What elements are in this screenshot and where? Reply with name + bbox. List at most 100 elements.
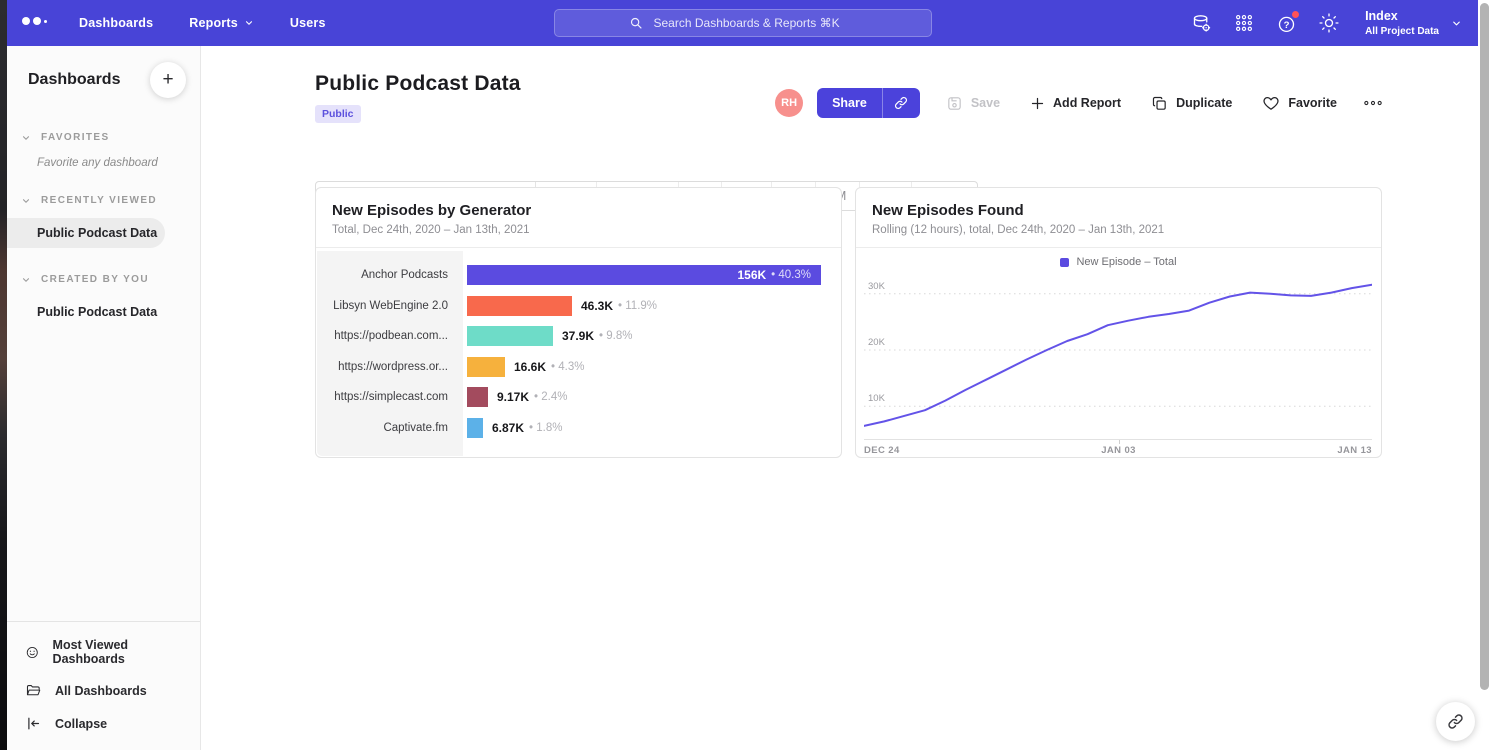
bar <box>467 418 483 438</box>
bar-chart-subtitle: Total, Dec 24th, 2020 – Jan 13th, 2021 <box>332 224 825 236</box>
apps-grid-icon[interactable] <box>1234 13 1254 33</box>
data-source-icon[interactable] <box>1191 13 1212 34</box>
bar-row: Captivate.fm 6.87K• 1.8% <box>317 413 840 443</box>
topbar-nav: Dashboards Reports Users <box>79 16 326 30</box>
sidebar-footer-most-viewed-dashboards[interactable]: Most Viewed Dashboards <box>7 630 200 674</box>
topbar-right: ? Index All Project Data <box>1191 8 1462 37</box>
line-chart-plot: 10K 20K 30K <box>864 274 1372 440</box>
bar-value: 46.3K• 11.9% <box>581 291 657 321</box>
bar-row: Libsyn WebEngine 2.0 46.3K• 11.9% <box>317 291 840 321</box>
plus-icon <box>1030 96 1045 111</box>
y-axis-label: 10K <box>868 393 888 404</box>
save-button[interactable]: Save <box>946 95 1000 112</box>
sidebar-footer-collapse[interactable]: Collapse <box>7 707 200 740</box>
line-chart-card: New Episodes Found Rolling (12 hours), t… <box>855 187 1382 458</box>
favorite-button[interactable]: Favorite <box>1262 94 1337 112</box>
sidebar-title: Dashboards <box>28 71 120 89</box>
share-link-floating-button[interactable] <box>1436 702 1475 741</box>
bar-value: 16.6K• 4.3% <box>514 352 584 382</box>
y-axis-label: 20K <box>868 337 888 348</box>
search-input[interactable] <box>652 15 857 31</box>
share-button[interactable]: Share <box>817 88 920 118</box>
chevron-down-icon <box>1451 18 1462 29</box>
smiley-icon <box>25 644 40 661</box>
bar-value: 6.87K• 1.8% <box>492 413 562 443</box>
line-chart-svg <box>864 274 1372 440</box>
chevron-down-icon <box>21 275 31 285</box>
search-icon <box>629 16 643 30</box>
bar-category-label: https://wordpress.or... <box>317 352 463 382</box>
x-axis-label: JAN 13 <box>1337 445 1372 456</box>
duplicate-button[interactable]: Duplicate <box>1151 95 1232 112</box>
search-bar[interactable] <box>554 9 932 37</box>
x-axis-labels: DEC 24 JAN 03 JAN 13 <box>864 445 1372 456</box>
sidebar-item[interactable]: Public Podcast Data <box>7 218 165 248</box>
bar-category-label: Libsyn WebEngine 2.0 <box>317 291 463 321</box>
scrollbar-thumb[interactable] <box>1480 3 1489 690</box>
project-subtitle: All Project Data <box>1365 25 1439 38</box>
main-content: Public Podcast Data Public RH Share Save <box>315 46 1383 750</box>
bar-row: https://wordpress.or... 16.6K• 4.3% <box>317 352 840 382</box>
sidebar: Dashboards + FAVORITESFavorite any dashb… <box>7 46 201 750</box>
sidebar-empty-text: Favorite any dashboard <box>7 151 200 187</box>
bar-row: https://simplecast.com 9.17K• 2.4% <box>317 382 840 412</box>
bar <box>467 387 488 407</box>
legend-swatch <box>1060 258 1069 267</box>
bar-chart-title: New Episodes by Generator <box>332 202 825 219</box>
chart-legend: New Episode – Total <box>856 256 1381 268</box>
sidebar-section-header[interactable]: FAVORITES <box>7 124 200 151</box>
bar-value: 9.17K• 2.4% <box>497 382 567 412</box>
sidebar-item[interactable]: Public Podcast Data <box>7 297 200 327</box>
bar-category-label: https://simplecast.com <box>317 382 463 412</box>
settings-gear-icon[interactable] <box>1319 13 1339 33</box>
bar-chart-card: New Episodes by Generator Total, Dec 24t… <box>315 187 842 458</box>
add-report-button[interactable]: Add Report <box>1030 96 1121 111</box>
bar-category-label: https://podbean.com... <box>317 321 463 351</box>
screen-edge-strip <box>0 0 7 750</box>
notification-badge <box>1292 11 1299 18</box>
add-dashboard-button[interactable]: + <box>150 62 186 98</box>
chevron-down-icon <box>21 133 31 143</box>
collapse-left-icon <box>25 715 42 732</box>
line-chart-title: New Episodes Found <box>872 202 1365 219</box>
bar-chart: Anchor Podcasts 156K• 40.3% Libsyn WebEngi… <box>317 251 840 456</box>
bar-row: https://podbean.com... 37.9K• 9.8% <box>317 321 840 351</box>
sidebar-section-header[interactable]: RECENTLY VIEWED <box>7 187 200 214</box>
topbar: Dashboards Reports Users <box>7 0 1478 46</box>
x-axis-tick <box>1119 440 1120 444</box>
app-logo-icon[interactable] <box>22 17 47 29</box>
nav-item-dashboards[interactable]: Dashboards <box>79 16 153 30</box>
share-link-icon[interactable] <box>883 88 920 118</box>
y-axis-label: 30K <box>868 281 888 292</box>
save-icon <box>946 95 963 112</box>
project-name: Index <box>1365 8 1439 24</box>
x-axis-label: DEC 24 <box>864 445 900 456</box>
chevron-down-icon <box>21 196 31 206</box>
help-icon[interactable]: ? <box>1276 13 1297 34</box>
nav-item-reports[interactable]: Reports <box>189 16 254 30</box>
legend-label: New Episode – Total <box>1076 256 1176 268</box>
bar-value: 156K• 40.3% <box>737 265 811 285</box>
chevron-down-icon <box>244 18 254 28</box>
line-chart-subtitle: Rolling (12 hours), total, Dec 24th, 202… <box>872 224 1365 236</box>
sidebar-section-header[interactable]: CREATED BY YOU <box>7 266 200 293</box>
action-bar: RH Share Save Add Report <box>775 88 1383 118</box>
bar-value: 37.9K• 9.8% <box>562 321 632 351</box>
svg-text:?: ? <box>1284 19 1290 30</box>
nav-item-users[interactable]: Users <box>290 16 326 30</box>
project-switcher[interactable]: Index All Project Data <box>1365 8 1462 37</box>
folder-icon <box>25 682 42 699</box>
bar-row: Anchor Podcasts 156K• 40.3% <box>317 260 840 290</box>
bar-category-label: Captivate.fm <box>317 413 463 443</box>
bar <box>467 326 553 346</box>
bar-category-label: Anchor Podcasts <box>317 260 463 290</box>
heart-icon <box>1262 94 1280 112</box>
public-badge: Public <box>315 105 361 123</box>
x-axis-label: JAN 03 <box>1101 445 1136 456</box>
avatar[interactable]: RH <box>775 89 803 117</box>
duplicate-icon <box>1151 95 1168 112</box>
sidebar-sections: FAVORITESFavorite any dashboardRECENTLY … <box>7 124 200 327</box>
bar <box>467 357 505 377</box>
sidebar-footer-all-dashboards[interactable]: All Dashboards <box>7 674 200 707</box>
more-options-button[interactable] <box>1363 99 1383 107</box>
